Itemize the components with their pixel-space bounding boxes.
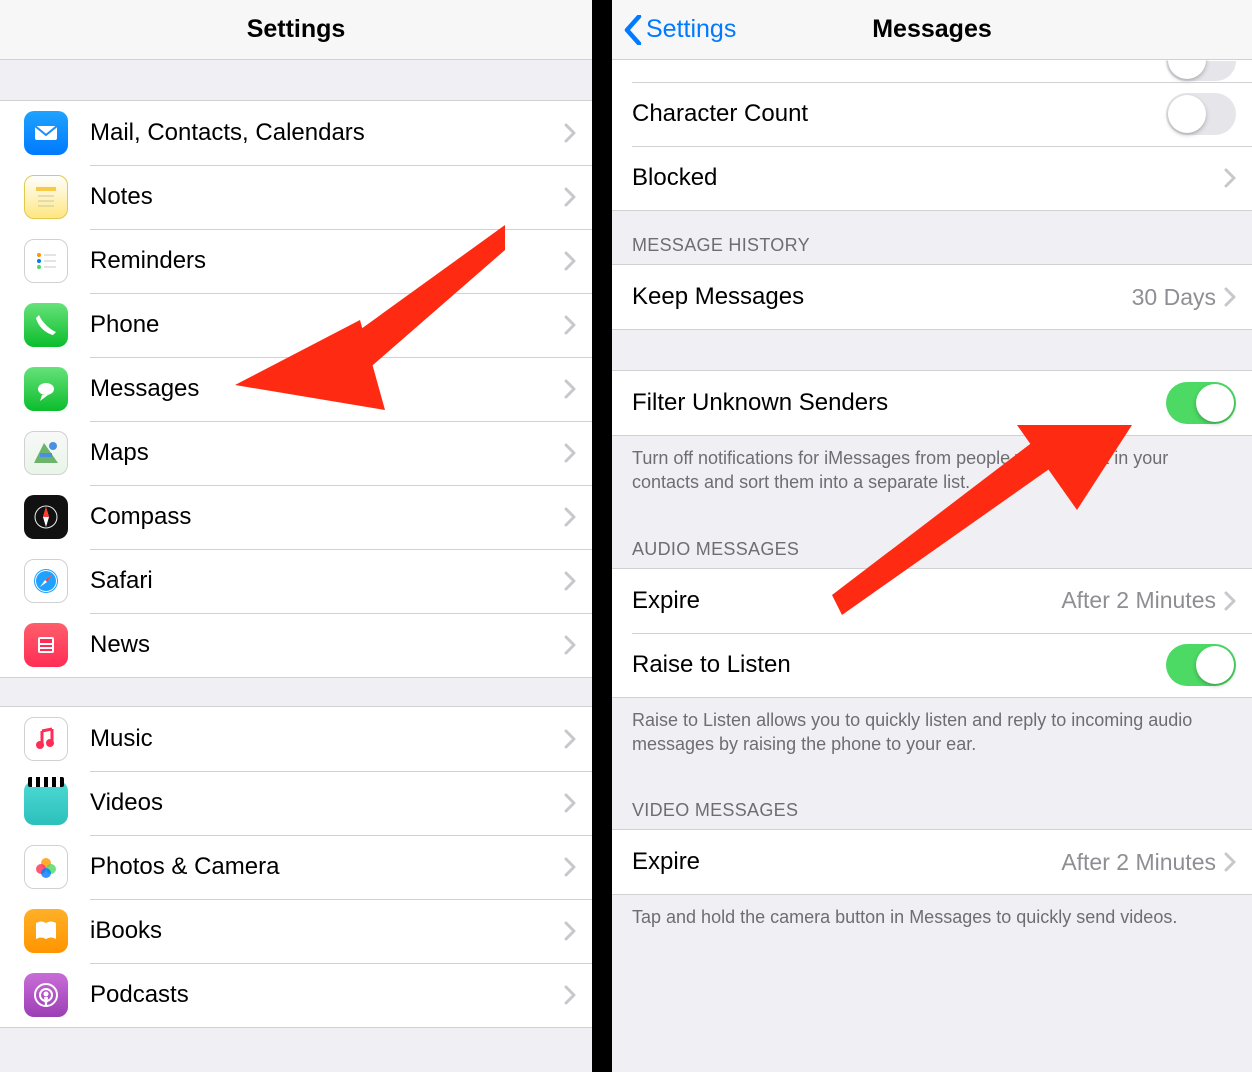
chevron-icon xyxy=(564,921,576,941)
settings-title: Settings xyxy=(247,15,346,44)
row-blocked[interactable]: Blocked xyxy=(612,146,1252,210)
row-subject-field-cutoff[interactable] xyxy=(612,60,1252,82)
videos-icon xyxy=(24,781,68,825)
messages-navbar: Settings Messages xyxy=(612,0,1252,60)
blocked-label: Blocked xyxy=(632,164,1224,192)
ibooks-icon xyxy=(24,909,68,953)
settings-item-messages[interactable]: Messages xyxy=(0,357,592,421)
chevron-icon xyxy=(564,251,576,271)
settings-item-maps[interactable]: Maps xyxy=(0,421,592,485)
video-expire-value: After 2 Minutes xyxy=(1061,849,1216,876)
settings-item-label: Phone xyxy=(90,311,564,339)
chevron-icon xyxy=(564,315,576,335)
toggle-raise-to-listen[interactable] xyxy=(1166,644,1236,686)
settings-list[interactable]: Mail, Contacts, Calendars Notes Reminders P… xyxy=(0,60,592,1072)
settings-item-podcasts[interactable]: Podcasts xyxy=(0,963,592,1027)
maps-icon xyxy=(24,431,68,475)
messages-settings-screen: Settings Messages Character Count Blocke… xyxy=(612,0,1252,1072)
photos-icon xyxy=(24,845,68,889)
chevron-icon xyxy=(564,187,576,207)
filter-unknown-label: Filter Unknown Senders xyxy=(632,389,1166,417)
settings-item-label: Videos xyxy=(90,789,564,817)
chevron-icon xyxy=(564,729,576,749)
compass-icon xyxy=(24,495,68,539)
settings-item-label: iBooks xyxy=(90,917,564,945)
chevron-icon xyxy=(564,985,576,1005)
settings-navbar: Settings xyxy=(0,0,592,60)
chevron-icon xyxy=(564,507,576,527)
settings-item-photos[interactable]: Photos & Camera xyxy=(0,835,592,899)
chevron-icon xyxy=(564,571,576,591)
settings-item-phone[interactable]: Phone xyxy=(0,293,592,357)
chevron-icon xyxy=(1224,852,1236,872)
row-raise-to-listen[interactable]: Raise to Listen xyxy=(612,633,1252,697)
audio-expire-label: Expire xyxy=(632,587,1061,615)
footer-raise-to-listen: Raise to Listen allows you to quickly li… xyxy=(612,698,1252,771)
chevron-icon xyxy=(564,379,576,399)
settings-item-label: News xyxy=(90,631,564,659)
chevron-icon xyxy=(564,635,576,655)
news-icon xyxy=(24,623,68,667)
settings-item-reminders[interactable]: Reminders xyxy=(0,229,592,293)
header-message-history: MESSAGE HISTORY xyxy=(612,211,1252,264)
keep-messages-label: Keep Messages xyxy=(632,283,1132,311)
settings-item-label: Maps xyxy=(90,439,564,467)
footer-video-messages: Tap and hold the camera button in Messag… xyxy=(612,895,1252,943)
settings-item-notes[interactable]: Notes xyxy=(0,165,592,229)
mail-icon xyxy=(24,111,68,155)
settings-item-label: Mail, Contacts, Calendars xyxy=(90,119,564,147)
row-audio-expire[interactable]: Expire After 2 Minutes xyxy=(612,569,1252,633)
settings-item-videos[interactable]: Videos xyxy=(0,771,592,835)
row-filter-unknown-senders[interactable]: Filter Unknown Senders xyxy=(612,371,1252,435)
settings-item-label: Notes xyxy=(90,183,564,211)
music-icon xyxy=(24,717,68,761)
settings-item-label: Reminders xyxy=(90,247,564,275)
audio-expire-value: After 2 Minutes xyxy=(1061,587,1216,614)
settings-item-label: Photos & Camera xyxy=(90,853,564,881)
toggle-filter-unknown[interactable] xyxy=(1166,382,1236,424)
settings-item-label: Safari xyxy=(90,567,564,595)
raise-to-listen-label: Raise to Listen xyxy=(632,651,1166,679)
chevron-icon xyxy=(564,443,576,463)
settings-item-music[interactable]: Music xyxy=(0,707,592,771)
chevron-icon xyxy=(1224,168,1236,188)
safari-icon xyxy=(24,559,68,603)
settings-item-label: Music xyxy=(90,725,564,753)
toggle-prev-cutoff[interactable] xyxy=(1166,61,1236,81)
toggle-character-count[interactable] xyxy=(1166,93,1236,135)
messages-title: Messages xyxy=(872,15,992,44)
chevron-icon xyxy=(564,123,576,143)
settings-item-ibooks[interactable]: iBooks xyxy=(0,899,592,963)
back-label: Settings xyxy=(646,15,736,44)
settings-item-news[interactable]: News xyxy=(0,613,592,677)
settings-item-safari[interactable]: Safari xyxy=(0,549,592,613)
header-video-messages: VIDEO MESSAGES xyxy=(612,770,1252,829)
chevron-icon xyxy=(564,793,576,813)
settings-item-compass[interactable]: Compass xyxy=(0,485,592,549)
notes-icon xyxy=(24,175,68,219)
chevron-icon xyxy=(1224,287,1236,307)
footer-filter-unknown: Turn off notifications for iMessages fro… xyxy=(612,436,1252,509)
podcasts-icon xyxy=(24,973,68,1017)
settings-item-label: Compass xyxy=(90,503,564,531)
reminders-icon xyxy=(24,239,68,283)
messages-settings-list[interactable]: Character Count Blocked MESSAGE HISTORY … xyxy=(612,60,1252,1072)
keep-messages-value: 30 Days xyxy=(1132,284,1216,311)
chevron-icon xyxy=(1224,591,1236,611)
settings-item-mail[interactable]: Mail, Contacts, Calendars xyxy=(0,101,592,165)
screens-divider xyxy=(592,0,612,1072)
phone-icon xyxy=(24,303,68,347)
row-keep-messages[interactable]: Keep Messages 30 Days xyxy=(612,265,1252,329)
row-character-count[interactable]: Character Count xyxy=(612,82,1252,146)
back-button[interactable]: Settings xyxy=(624,0,736,59)
settings-item-label: Podcasts xyxy=(90,981,564,1009)
video-expire-label: Expire xyxy=(632,848,1061,876)
character-count-label: Character Count xyxy=(632,100,1166,128)
settings-screen: Settings Mail, Contacts, Calendars Notes R… xyxy=(0,0,592,1072)
row-video-expire[interactable]: Expire After 2 Minutes xyxy=(612,830,1252,894)
messages-icon xyxy=(24,367,68,411)
header-audio-messages: AUDIO MESSAGES xyxy=(612,509,1252,568)
settings-item-label: Messages xyxy=(90,375,564,403)
chevron-icon xyxy=(564,857,576,877)
